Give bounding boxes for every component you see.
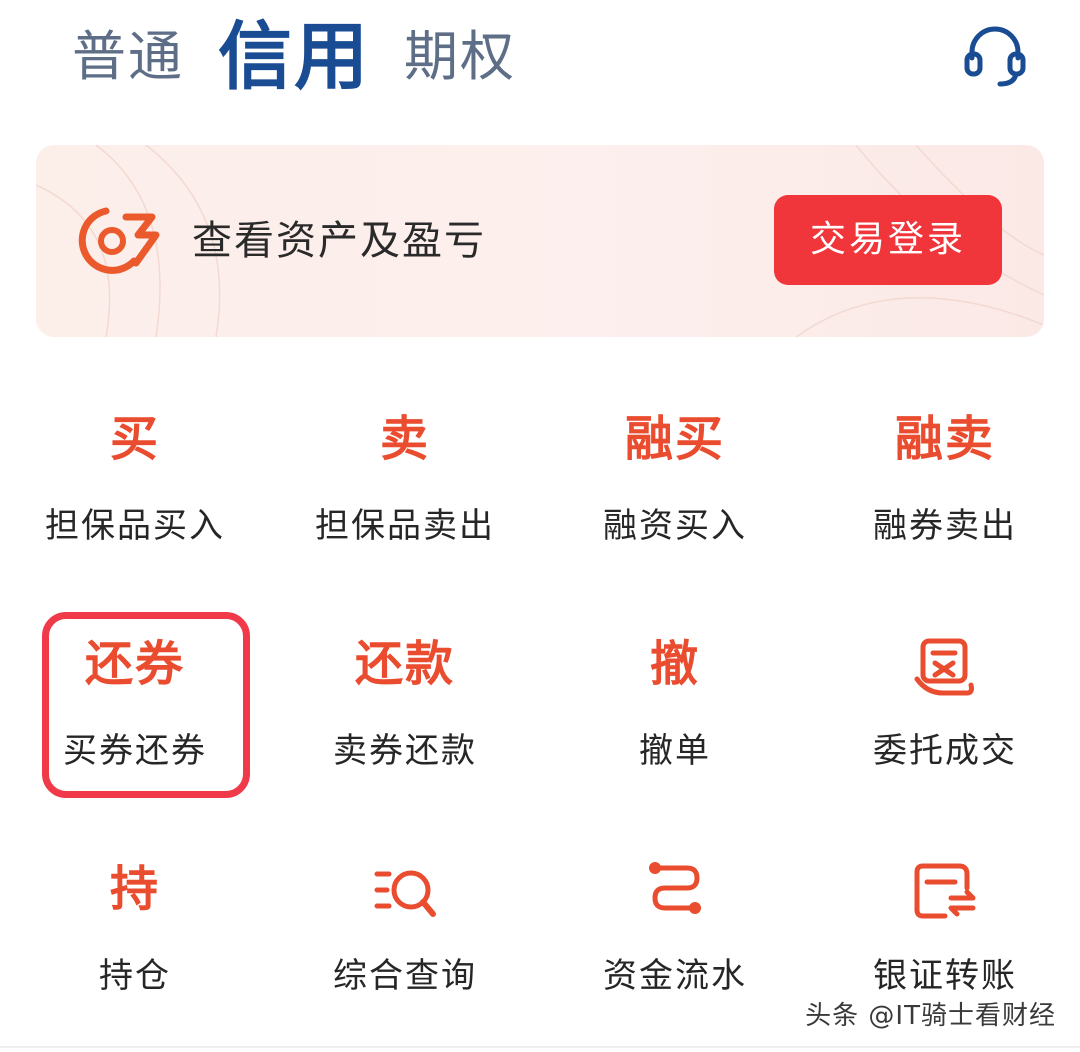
short-sell-glyph: 融卖	[894, 411, 995, 467]
grid-item-label: 卖券还款	[333, 731, 477, 771]
cancel-glyph: 撤	[649, 636, 700, 692]
asset-banner[interactable]: 查看资产及盈亏 交易登录	[36, 145, 1044, 337]
repay-glyph: 还款	[354, 636, 455, 692]
grid-item-sell-to-repay[interactable]: 还款 卖券还款	[270, 605, 540, 815]
grid-item-label: 担保品买入	[45, 506, 225, 546]
grid-item-margin-buy[interactable]: 融买 融资买入	[540, 380, 810, 590]
view-assets-text: 查看资产及盈亏	[192, 218, 486, 264]
grid-item-label: 撤单	[639, 731, 711, 771]
grid-item-fund-flow[interactable]: 资金流水	[540, 830, 810, 1040]
trade-login-button[interactable]: 交易登录	[774, 195, 1002, 285]
grid-item-label: 买券还券	[63, 731, 207, 771]
buy-glyph: 买	[109, 411, 160, 467]
grid-item-collateral-sell[interactable]: 卖 担保品卖出	[270, 380, 540, 590]
watermark: 头条 @IT骑士看财经	[805, 1001, 1056, 1031]
grid-item-buy-to-return[interactable]: 还券 买券还券	[0, 605, 270, 815]
entrust-deal-icon	[810, 629, 1080, 699]
grid-item-label: 担保品卖出	[315, 506, 495, 546]
grid-item-label: 持仓	[99, 956, 171, 996]
grid-item-cancel-order[interactable]: 撤 撤单	[540, 605, 810, 815]
grid-item-label: 资金流水	[603, 956, 747, 996]
tab-credit[interactable]: 信用	[218, 12, 370, 102]
grid-item-general-query[interactable]: 综合查询	[270, 830, 540, 1040]
grid-item-short-sell[interactable]: 融卖 融券卖出	[810, 380, 1080, 590]
grid-item-label: 融券卖出	[873, 506, 1017, 546]
bank-transfer-icon	[810, 854, 1080, 924]
grid-item-orders-deals[interactable]: 委托成交	[810, 605, 1080, 815]
positions-glyph: 持	[109, 861, 160, 917]
tab-normal[interactable]: 普通	[72, 12, 184, 102]
grid-item-label: 委托成交	[873, 731, 1017, 771]
trade-type-tabs: 普通 信用 期权	[72, 12, 550, 102]
tab-options[interactable]: 期权	[404, 12, 516, 102]
grid-item-positions[interactable]: 持 持仓	[0, 830, 270, 1040]
return-securities-glyph: 还券	[84, 636, 185, 692]
sell-glyph: 卖	[379, 411, 430, 467]
search-list-icon	[270, 854, 540, 924]
brand-logo-icon	[76, 203, 164, 279]
grid-item-collateral-buy[interactable]: 买 担保品买入	[0, 380, 270, 590]
headset-icon[interactable]	[960, 20, 1030, 90]
divider	[0, 1046, 1080, 1048]
margin-buy-glyph: 融买	[624, 411, 725, 467]
grid-item-label: 融资买入	[603, 506, 747, 546]
fund-flow-icon	[540, 854, 810, 924]
grid-item-label: 综合查询	[333, 956, 477, 996]
grid-item-label: 银证转账	[873, 956, 1017, 996]
